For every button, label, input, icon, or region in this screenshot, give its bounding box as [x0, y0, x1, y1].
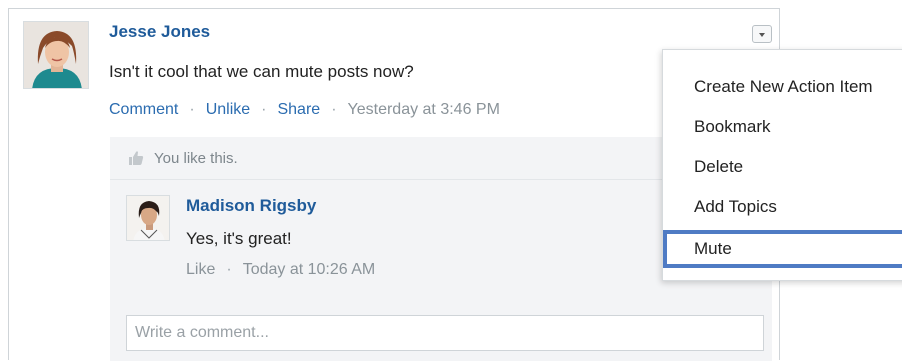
likes-text: You like this. — [154, 150, 238, 167]
share-link[interactable]: Share — [277, 101, 320, 118]
separator-dot: · — [226, 261, 232, 278]
reply-body-text: Yes, it's great! — [186, 229, 292, 248]
separator-dot: · — [261, 101, 267, 118]
unlike-link[interactable]: Unlike — [206, 101, 250, 118]
menu-item-add-topics[interactable]: Add Topics — [663, 188, 902, 226]
post-actions: Comment · Unlike · Share · Yesterday at 3:46 P… — [109, 101, 500, 119]
menu-item-bookmark[interactable]: Bookmark — [663, 108, 902, 146]
post-actions-dropdown-menu: Create New Action Item Bookmark Delete A… — [662, 49, 902, 281]
post-author-name[interactable]: Jesse Jones — [109, 22, 210, 42]
comment-link[interactable]: Comment — [109, 101, 178, 118]
separator-dot: · — [189, 101, 195, 118]
author-avatar[interactable] — [23, 21, 89, 89]
post-timestamp[interactable]: Yesterday at 3:46 PM — [348, 101, 500, 118]
reply-author-avatar[interactable] — [126, 195, 170, 241]
reply-actions: Like · Today at 10:26 AM — [186, 261, 375, 279]
like-link[interactable]: Like — [186, 261, 215, 278]
menu-item-create-action-item[interactable]: Create New Action Item — [663, 68, 902, 106]
menu-item-delete[interactable]: Delete — [663, 148, 902, 186]
thumbs-up-icon — [129, 151, 144, 165]
post-body-text: Isn't it cool that we can mute posts now… — [109, 62, 414, 81]
separator-dot: · — [331, 101, 337, 118]
post-menu-button[interactable] — [752, 25, 772, 43]
menu-item-mute[interactable]: Mute — [663, 230, 902, 268]
reply-author-name[interactable]: Madison Rigsby — [186, 196, 316, 216]
reply-timestamp[interactable]: Today at 10:26 AM — [243, 261, 376, 278]
comment-input[interactable] — [126, 315, 764, 351]
